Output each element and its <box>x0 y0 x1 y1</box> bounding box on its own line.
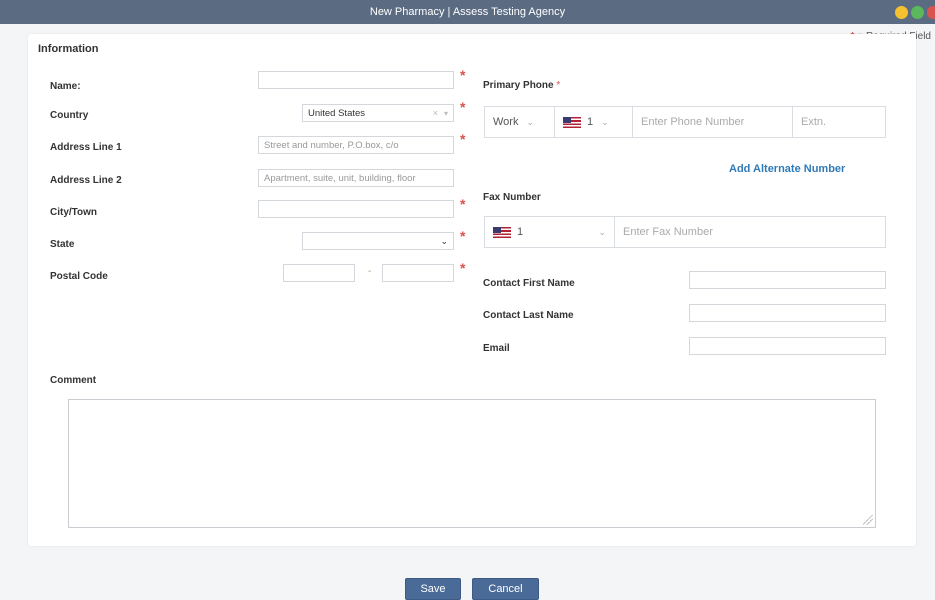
city-label: City/Town <box>50 207 98 218</box>
contact-first-name-label: Contact First Name <box>483 278 575 289</box>
country-value: United States <box>308 107 366 119</box>
fax-number-label: Fax Number <box>483 192 541 203</box>
window-titlebar: New Pharmacy | Assess Testing Agency <box>0 0 935 24</box>
address2-label: Address Line 2 <box>50 175 122 186</box>
email-label: Email <box>483 343 510 354</box>
us-flag-icon <box>493 226 511 238</box>
phone-country-code-select[interactable]: 1 ⌄ <box>555 107 633 137</box>
state-select[interactable]: ⌄ <box>302 232 454 250</box>
maximize-icon[interactable] <box>911 6 924 19</box>
city-required-star: * <box>460 196 466 212</box>
contact-last-name-input[interactable] <box>689 304 886 322</box>
country-clear-icon[interactable]: × <box>433 108 438 118</box>
contact-last-name-label: Contact Last Name <box>483 310 574 321</box>
name-input[interactable] <box>258 71 454 89</box>
postal-code-label: Postal Code <box>50 271 108 282</box>
phone-country-code: 1 <box>587 116 594 128</box>
postal-code-ext-input[interactable] <box>382 264 454 282</box>
fax-country-code-select[interactable]: 1 ⌄ <box>485 217 615 247</box>
section-title-information: Information <box>38 43 99 55</box>
phone-extension-input[interactable]: Extn. <box>793 107 885 137</box>
primary-phone-label-text: Primary Phone <box>483 80 554 91</box>
fax-country-code: 1 <box>517 226 524 238</box>
chevron-down-icon: ⌄ <box>601 116 609 127</box>
name-label: Name: <box>50 81 81 92</box>
minimize-icon[interactable] <box>895 6 908 19</box>
chevron-down-icon: ⌄ <box>598 226 606 237</box>
name-required-star: * <box>460 67 466 83</box>
resize-grip-icon[interactable] <box>863 515 873 525</box>
address1-label: Address Line 1 <box>50 142 122 153</box>
primary-phone-label: Primary Phone * <box>483 80 560 91</box>
state-required-star: * <box>460 228 466 244</box>
address2-input[interactable]: Apartment, suite, unit, building, floor <box>258 169 454 187</box>
window-title: New Pharmacy | Assess Testing Agency <box>369 6 566 18</box>
us-flag-icon <box>563 116 581 128</box>
postal-code-dash: - <box>368 266 372 277</box>
fax-number-group: 1 ⌄ Enter Fax Number <box>484 216 886 248</box>
phone-type-value: Work <box>493 116 519 128</box>
postal-required-star: * <box>460 260 466 276</box>
city-input[interactable] <box>258 200 454 218</box>
chevron-down-icon: ⌄ <box>440 235 448 246</box>
country-select[interactable]: United States × ▾ <box>302 104 454 122</box>
phone-number-input[interactable]: Enter Phone Number <box>633 107 793 137</box>
address1-required-star: * <box>460 131 466 147</box>
chevron-down-icon: ▾ <box>443 108 448 118</box>
primary-phone-group: Work ⌄ 1 ⌄ Enter Phone Number Extn. <box>484 106 886 138</box>
contact-first-name-input[interactable] <box>689 271 886 289</box>
postal-code-input[interactable] <box>283 264 355 282</box>
fax-number-input[interactable]: Enter Fax Number <box>615 217 885 247</box>
phone-type-select[interactable]: Work ⌄ <box>485 107 555 137</box>
window-controls <box>895 6 935 19</box>
comment-textarea[interactable] <box>68 399 876 528</box>
close-icon[interactable] <box>927 6 935 19</box>
primary-phone-required-star: * <box>556 80 561 91</box>
add-alternate-number-link[interactable]: Add Alternate Number <box>729 163 845 175</box>
country-label: Country <box>50 110 89 121</box>
form-card: Information Name: * Country United State… <box>28 34 916 546</box>
comment-label: Comment <box>50 375 97 386</box>
state-label: State <box>50 239 75 250</box>
email-input[interactable] <box>689 337 886 355</box>
country-required-star: * <box>460 99 466 115</box>
chevron-down-icon: ⌄ <box>526 116 535 127</box>
address1-input[interactable]: Street and number, P.O.box, c/o <box>258 136 454 154</box>
